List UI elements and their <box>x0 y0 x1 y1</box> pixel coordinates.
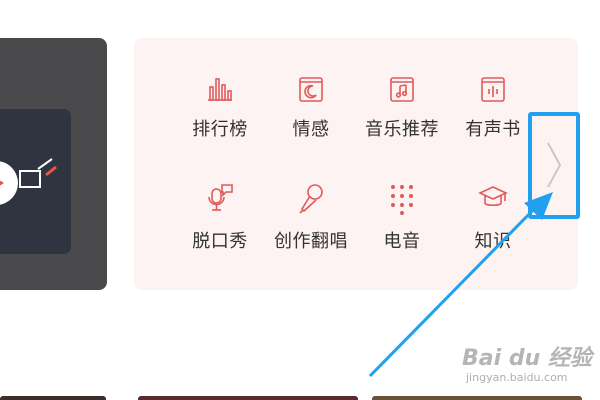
watermark-logo: Bai du 经验 <box>462 346 592 371</box>
category-label: 音乐推荐 <box>365 119 439 140</box>
category-label: 情感 <box>292 119 330 140</box>
baidu-watermark: Bai du 经验 jingyan.baidu.com <box>462 340 592 386</box>
music-note-book-icon <box>390 77 414 102</box>
category-label: 脱口秀 <box>192 231 248 252</box>
content-thumbnail[interactable] <box>138 396 358 400</box>
category-label: 有声书 <box>465 119 521 140</box>
featured-thumbnail[interactable] <box>0 109 71 254</box>
moon-book-icon <box>299 77 323 102</box>
content-thumbnail[interactable] <box>372 396 582 400</box>
graduation-cap-icon <box>478 186 508 207</box>
category-item-talkshow[interactable]: 脱口秀 <box>175 183 265 253</box>
audio-book-icon <box>481 77 505 102</box>
category-label: 知识 <box>474 231 512 252</box>
category-label: 电音 <box>383 231 421 252</box>
category-item-ranking[interactable]: 排行榜 <box>175 75 265 141</box>
category-item-edm[interactable]: 电音 <box>357 183 447 253</box>
category-item-audiobook[interactable]: 有声书 <box>448 75 538 141</box>
microphone-icon <box>299 184 323 214</box>
category-item-cover[interactable]: 创作翻唱 <box>266 183 356 253</box>
category-item-knowledge[interactable]: 知识 <box>448 183 538 253</box>
chart-bars-icon <box>208 78 232 101</box>
category-label: 创作翻唱 <box>274 231 348 252</box>
dot-grid-icon <box>391 185 413 215</box>
box-icon <box>19 170 41 188</box>
next-page-button[interactable] <box>528 112 580 219</box>
category-label: 排行榜 <box>192 119 248 140</box>
chevron-right-icon <box>547 142 562 188</box>
talk-show-mic-icon <box>208 184 233 211</box>
category-item-music[interactable]: 音乐推荐 <box>357 75 447 141</box>
watermark-url: jingyan.baidu.com <box>466 371 568 384</box>
category-item-emotion[interactable]: 情感 <box>266 75 356 141</box>
content-thumbnail[interactable] <box>0 396 106 400</box>
